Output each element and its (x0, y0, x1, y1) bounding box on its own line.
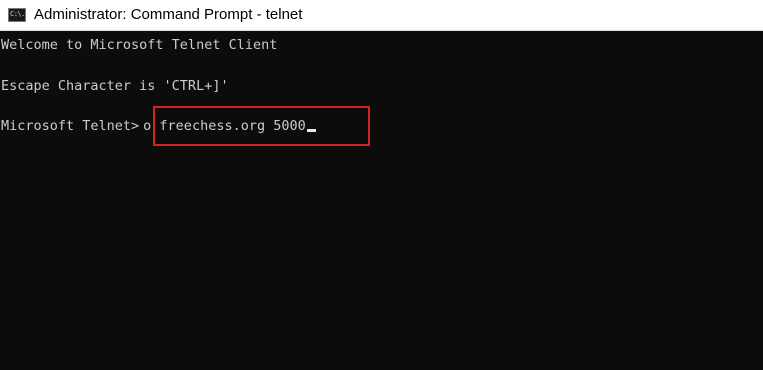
cmd-icon: C:\. (8, 8, 26, 22)
welcome-line: Welcome to Microsoft Telnet Client (1, 37, 278, 53)
title-bar[interactable]: C:\. Administrator: Command Prompt - tel… (0, 0, 763, 31)
escape-character-line: Escape Character is 'CTRL+]' (1, 78, 229, 94)
telnet-prompt: Microsoft Telnet> (1, 118, 140, 134)
command-prompt-window: C:\. Administrator: Command Prompt - tel… (0, 0, 763, 370)
highlight-box (153, 106, 370, 146)
window-title: Administrator: Command Prompt - telnet (34, 6, 303, 23)
terminal-output[interactable]: Welcome to Microsoft Telnet Client Escap… (0, 31, 763, 370)
cmd-icon-glyph: C:\. (10, 10, 25, 18)
